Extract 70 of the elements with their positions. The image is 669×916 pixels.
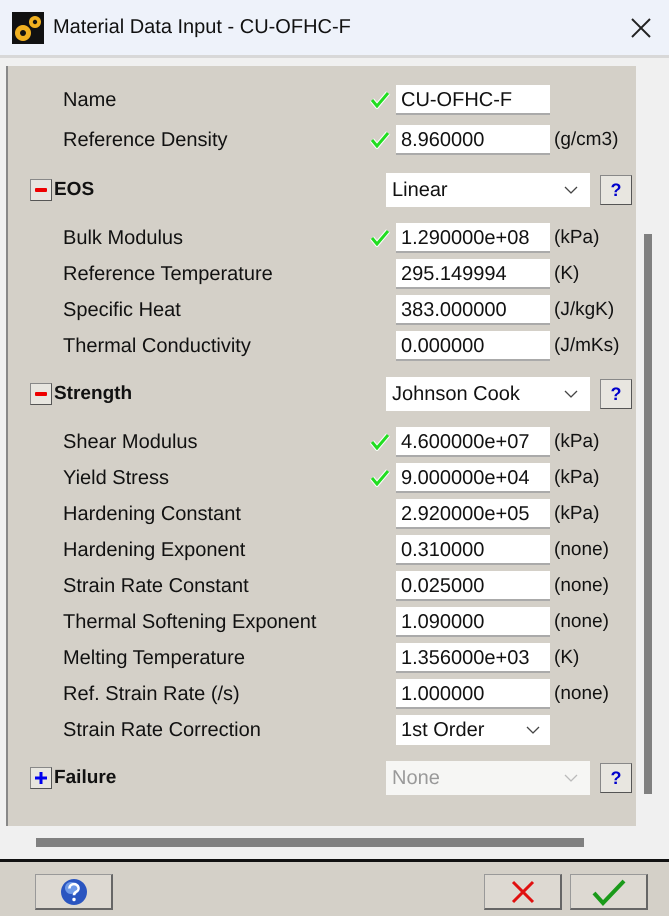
input-field[interactable]: 383.000000 <box>396 295 550 325</box>
close-icon[interactable] <box>630 16 652 38</box>
field-label: Reference Density <box>62 128 229 152</box>
help-button[interactable]: ? <box>600 379 632 409</box>
unit-label: (J/kgK) <box>554 299 614 321</box>
model-dropdown[interactable]: Linear <box>386 173 590 207</box>
field-label: Specific Heat <box>62 298 182 322</box>
input-field[interactable]: CU-OFHC-F <box>396 85 550 115</box>
help-button[interactable]: ? <box>600 175 632 205</box>
cancel-button[interactable] <box>484 874 562 910</box>
field-label: Strain Rate Correction <box>62 718 262 742</box>
field-label: Thermal Softening Exponent <box>62 610 318 634</box>
toggle-button[interactable] <box>30 767 52 789</box>
field-label: Hardening Constant <box>62 502 242 526</box>
scrollbar-thumb[interactable] <box>36 838 584 847</box>
field-label: Hardening Exponent <box>62 538 246 562</box>
field-label: Melting Temperature <box>62 646 246 670</box>
help-button[interactable] <box>35 874 113 910</box>
help-icon <box>60 878 88 906</box>
unit-label: (K) <box>554 647 580 669</box>
input-field[interactable]: 0.025000 <box>396 571 550 601</box>
scrollbar-thumb[interactable] <box>644 234 652 794</box>
unit-label: (none) <box>554 611 609 633</box>
chevron-icon <box>564 774 578 782</box>
input-field[interactable]: 0.310000 <box>396 535 550 565</box>
unit-label: (kPa) <box>554 503 600 525</box>
input-field[interactable]: 2.920000e+05 <box>396 499 550 529</box>
input-field[interactable]: 9.000000e+04 <box>396 463 550 493</box>
window-title: Material Data Input - CU-OFHC-F <box>53 16 352 39</box>
section-title: Strength <box>54 383 134 405</box>
field-label: Reference Temperature <box>62 262 274 286</box>
input-field[interactable]: 1.356000e+03 <box>396 643 550 673</box>
input-field[interactable]: 4.600000e+07 <box>396 427 550 457</box>
field-label: Thermal Conductivity <box>62 334 252 358</box>
field-label: Strain Rate Constant <box>62 574 250 598</box>
toggle-button[interactable] <box>30 383 52 405</box>
dropdown[interactable]: 1st Order <box>396 715 550 745</box>
field-label: Bulk Modulus <box>62 226 184 250</box>
section-title: EOS <box>54 179 96 201</box>
input-field[interactable]: 1.090000 <box>396 607 550 637</box>
ok-button[interactable] <box>570 874 648 910</box>
gears-icon <box>12 12 44 44</box>
toggle-button[interactable] <box>30 179 52 201</box>
field-label: Yield Stress <box>62 466 170 490</box>
unit-label: (g/cm3) <box>554 129 618 151</box>
unit-label: (none) <box>554 539 609 561</box>
unit-label: (K) <box>554 263 580 285</box>
unit-label: (none) <box>554 575 609 597</box>
unit-label: (kPa) <box>554 467 600 489</box>
chevron-icon <box>526 726 540 734</box>
field-label: Name <box>62 88 118 112</box>
input-field[interactable]: 0.000000 <box>396 331 550 361</box>
help-button[interactable]: ? <box>600 763 632 793</box>
unit-label: (J/mKs) <box>554 335 620 357</box>
model-dropdown[interactable]: Johnson Cook <box>386 377 590 411</box>
unit-label: (kPa) <box>554 431 600 453</box>
unit-label: (kPa) <box>554 227 600 249</box>
input-field[interactable]: 1.290000e+08 <box>396 223 550 253</box>
check-icon <box>590 878 626 906</box>
chevron-icon <box>564 186 578 194</box>
close-icon <box>510 878 536 904</box>
section-title: Failure <box>54 767 118 789</box>
unit-label: (none) <box>554 683 609 705</box>
input-field[interactable]: 8.960000 <box>396 125 550 155</box>
field-label: Ref. Strain Rate (/s) <box>62 682 241 706</box>
input-field[interactable]: 1.000000 <box>396 679 550 709</box>
chevron-icon <box>564 390 578 398</box>
input-field[interactable]: 295.149994 <box>396 259 550 289</box>
field-label: Shear Modulus <box>62 430 199 454</box>
plus-icon <box>33 770 49 786</box>
